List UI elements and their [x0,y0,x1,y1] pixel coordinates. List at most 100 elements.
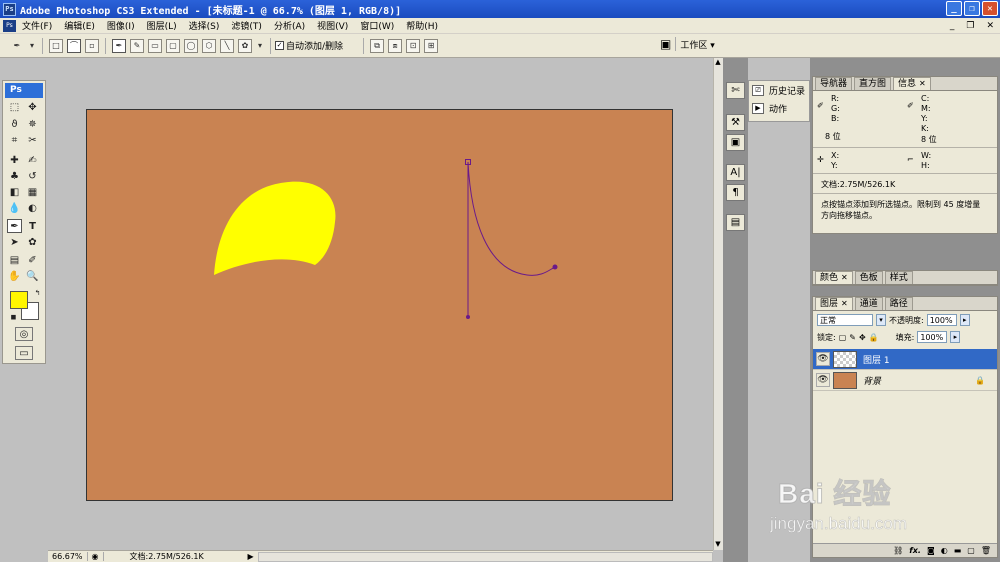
line-icon[interactable]: ╲ [220,38,234,53]
fx-icon[interactable]: fx. [909,546,921,555]
menu-view[interactable]: 视图(V) [311,19,354,32]
menu-layer[interactable]: 图层(L) [141,19,183,32]
auto-add-delete-checkbox[interactable]: ✓ [275,41,284,50]
status-arrow-icon[interactable]: ▶ [244,552,258,561]
zoom-level[interactable]: 66.67% [48,552,88,561]
close-tab-icon[interactable]: ✕ [919,79,926,88]
tool-presets-icon[interactable]: ⚒ [726,114,745,131]
menu-select[interactable]: 选择(S) [183,19,226,32]
layer-row[interactable]: 👁 背景 🔒 [813,370,997,391]
menu-image[interactable]: 图像(I) [101,19,141,32]
path-intersect-icon[interactable]: ⊡ [406,38,421,53]
blend-mode-select[interactable]: 正常 [817,314,873,326]
tab-info[interactable]: 信息 ✕ [893,77,931,90]
fill-pixels-icon[interactable]: ▫ [85,38,99,53]
pen-tool-preset-icon[interactable]: ✒ [10,39,24,53]
menu-file[interactable]: 文件(F) [16,19,58,32]
history-panel-button[interactable]: ⎚ 历史记录 [749,81,809,99]
zoom-tool-icon[interactable]: 🔍 [25,269,40,283]
group-icon[interactable]: ▬ [954,546,962,555]
opacity-slider-icon[interactable]: ▸ [959,314,970,326]
tab-swatches[interactable]: 色板 [854,271,883,284]
rectangle-icon[interactable]: ▭ [148,38,162,53]
pen-icon[interactable]: ✒ [112,38,126,53]
brush-preset-icon[interactable]: ✄ [726,82,745,99]
tab-paths[interactable]: 路径 [884,297,913,310]
adjustment-icon[interactable]: ◐ [941,546,948,555]
preset-dropdown-icon[interactable]: ▾ [28,39,36,53]
menu-window[interactable]: 窗口(W) [354,19,400,32]
freeform-pen-icon[interactable]: ✎ [130,38,144,53]
path-selection-tool-icon[interactable]: ➤ [7,235,22,249]
tab-histogram[interactable]: 直方图 [854,77,892,90]
tab-navigator[interactable]: 导航器 [815,77,853,90]
history-brush-tool-icon[interactable]: ↺ [25,169,40,183]
magic-wand-tool-icon[interactable]: ✵ [25,117,40,131]
workspace-button[interactable]: ▣ 工作区 ▾ [660,37,715,51]
close-tab-icon[interactable]: ✕ [841,273,848,282]
geometry-options-icon[interactable]: ▾ [256,39,264,53]
menu-filter[interactable]: 滤镜(T) [225,19,268,32]
close-button[interactable]: ✕ [982,1,998,16]
type-tool-icon[interactable]: T [25,219,40,233]
ellipse-icon[interactable]: ◯ [184,38,198,53]
visibility-eye-icon[interactable]: 👁 [816,373,830,387]
path-exclude-icon[interactable]: ⊞ [424,38,439,53]
eraser-tool-icon[interactable]: ◧ [7,185,22,199]
lock-all-icon[interactable]: 🔒 [869,333,879,342]
quick-mask-icon[interactable]: ◎ [15,327,33,341]
lasso-tool-icon[interactable]: ϑ [7,117,22,131]
minimize-button[interactable]: _ [946,1,962,16]
layer-name[interactable]: 背景 [863,374,975,387]
marquee-tool-icon[interactable]: ⬚ [7,100,22,114]
screen-mode-icon[interactable]: ▭ [15,346,33,360]
vertical-scrollbar[interactable]: ▲ ▼ [713,58,723,550]
restore-button[interactable]: ❐ [964,1,980,16]
menu-analysis[interactable]: 分析(A) [268,19,311,32]
crop-tool-icon[interactable]: ⌗ [7,133,22,147]
status-menu-icon[interactable]: ◉ [88,552,104,561]
notes-tool-icon[interactable]: ▤ [7,253,22,267]
blur-tool-icon[interactable]: 💧 [7,201,22,215]
path-subtract-icon[interactable]: ⧈ [388,38,403,53]
shape-layers-icon[interactable]: □ [49,38,63,53]
hand-tool-icon[interactable]: ✋ [7,269,22,283]
brush-tool-icon[interactable]: ✍ [25,153,40,167]
layer-row[interactable]: 👁 图层 1 [813,349,997,370]
path-add-icon[interactable]: ⧉ [370,38,385,53]
blend-mode-dropdown-icon[interactable]: ▾ [876,314,886,326]
lock-position-icon[interactable]: ✥ [859,333,866,342]
tab-color[interactable]: 颜色 ✕ [815,271,853,284]
tab-layers[interactable]: 图层 ✕ [815,297,853,310]
canvas[interactable] [86,109,673,501]
new-layer-icon[interactable]: ▢ [967,546,975,555]
polygon-icon[interactable]: ⬡ [202,38,216,53]
gradient-tool-icon[interactable]: ▦ [25,185,40,199]
doc-minimize-button[interactable]: _ [944,21,961,31]
eyedropper-tool-icon[interactable]: ✐ [25,253,40,267]
link-icon[interactable]: ⛓ [893,546,903,555]
lock-image-icon[interactable]: ✎ [849,333,856,342]
slice-tool-icon[interactable]: ✂ [25,133,40,147]
default-colors-icon[interactable]: ◼ [6,310,21,324]
rounded-rectangle-icon[interactable]: ▢ [166,38,180,53]
paragraph-icon[interactable]: ¶ [726,184,745,201]
layer-name[interactable]: 图层 1 [863,353,997,366]
foreground-color-swatch[interactable] [10,291,28,309]
tab-channels[interactable]: 通道 [854,297,883,310]
visibility-eye-icon[interactable]: 👁 [816,352,830,366]
clone-stamp-tool-icon[interactable]: ♣ [7,169,22,183]
custom-shape-icon[interactable]: ✿ [238,38,252,53]
paths-icon[interactable]: ⌒ [67,38,81,53]
doc-restore-button[interactable]: ❐ [960,21,980,31]
scroll-down-icon[interactable]: ▼ [714,540,722,550]
move-tool-icon[interactable]: ✥ [25,100,40,114]
close-tab-icon[interactable]: ✕ [841,299,848,308]
pen-tool-icon[interactable]: ✒ [7,219,22,233]
character-icon[interactable]: A| [726,164,745,181]
horizontal-scrollbar[interactable] [257,551,713,562]
actions-panel-button[interactable]: ▶ 动作 [749,99,809,117]
custom-shape-tool-icon[interactable]: ✿ [25,235,40,249]
layer-comps-icon[interactable]: ▣ [726,134,745,151]
fill-slider-icon[interactable]: ▸ [950,331,961,343]
